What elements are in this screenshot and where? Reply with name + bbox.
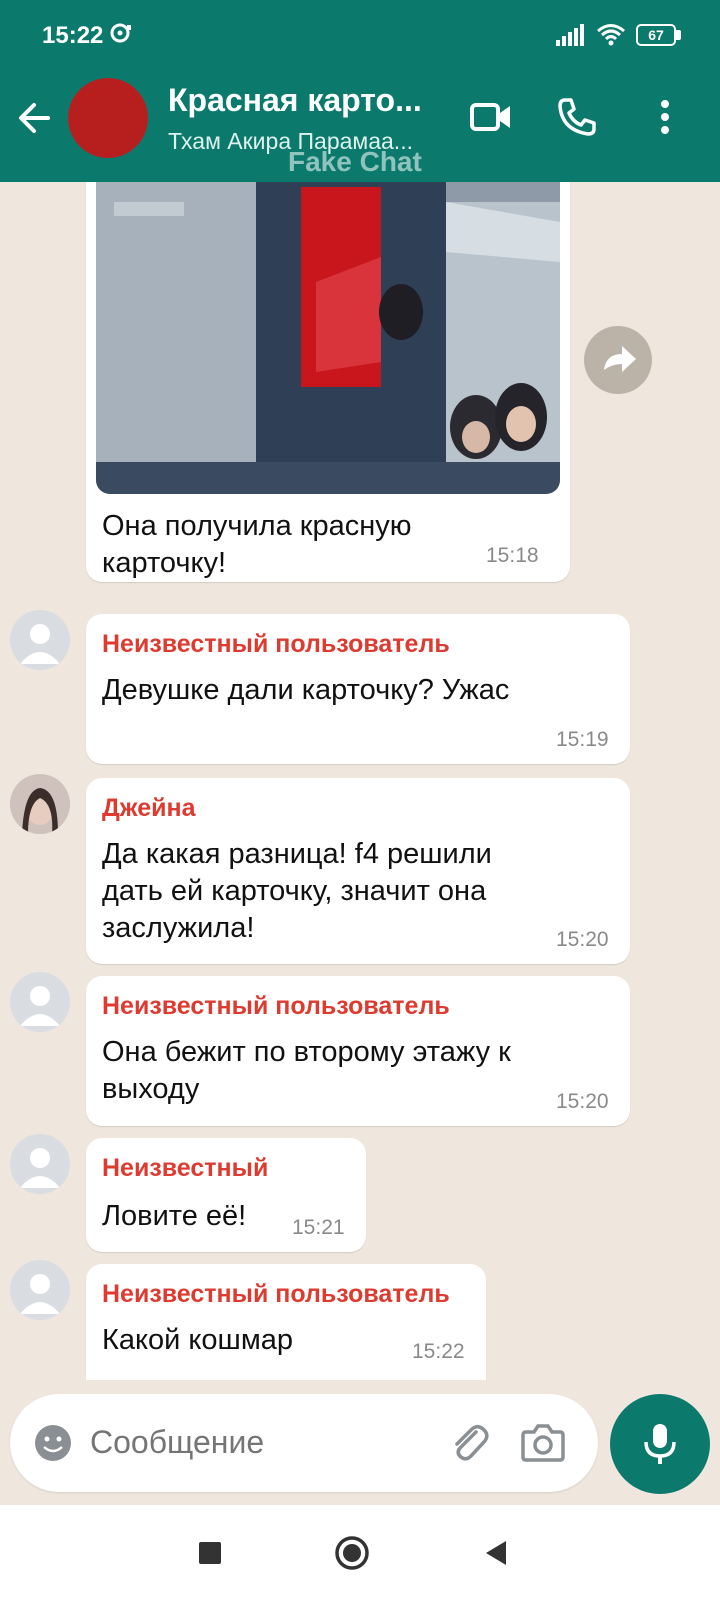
- message-time: 15:21: [292, 1216, 345, 1239]
- message-time: 15:18: [486, 544, 539, 567]
- system-nav-bar: [0, 1505, 720, 1600]
- mic-icon: [644, 1424, 676, 1464]
- status-time: 15:22: [42, 22, 104, 49]
- status-bar: 15:22 67: [0, 0, 720, 70]
- phone-icon[interactable]: [552, 92, 602, 142]
- message-text: Девушке дали карточку? Ужас: [102, 674, 510, 706]
- message-time: 15:20: [556, 928, 609, 951]
- message-bubble[interactable]: Джейна Да какая разница! f4 решили дать …: [86, 778, 630, 964]
- message-text: Какой кошмар: [102, 1324, 294, 1356]
- shared-photo[interactable]: [96, 182, 560, 494]
- sender-name[interactable]: Неизвестный: [102, 1154, 268, 1183]
- emoji-icon[interactable]: [32, 1422, 74, 1464]
- video-call-icon[interactable]: [466, 92, 516, 142]
- message-time: 15:22: [412, 1340, 465, 1363]
- signal-icon: [556, 24, 584, 46]
- group-avatar[interactable]: [68, 78, 148, 158]
- message-text: Да какая разница! f4 решили дать ей карт…: [102, 838, 492, 944]
- camera-icon[interactable]: [520, 1420, 566, 1464]
- paperclip-icon[interactable]: [446, 1420, 490, 1464]
- battery-level: 67: [636, 24, 676, 46]
- wifi-icon: [597, 24, 625, 46]
- message-time: 15:19: [556, 728, 609, 751]
- sender-name[interactable]: Неизвестный пользователь: [102, 992, 450, 1021]
- nav-square-icon[interactable]: [192, 1535, 228, 1571]
- message-bubble[interactable]: Неизвестный пользователь Она бежит по вт…: [86, 976, 630, 1126]
- nav-triangle-icon[interactable]: [478, 1535, 514, 1571]
- sender-name[interactable]: Неизвестный пользователь: [102, 630, 450, 659]
- message-bubble[interactable]: Неизвестный Ловите её! 15:21: [86, 1138, 366, 1252]
- mic-button[interactable]: [610, 1394, 710, 1494]
- chat-area: Она получила красную карточку! 15:18 Неи…: [0, 182, 720, 1380]
- message-bubble[interactable]: Неизвестный пользователь Какой кошмар 15…: [86, 1264, 486, 1380]
- notification-icon: [110, 23, 131, 43]
- avatar[interactable]: [10, 972, 70, 1032]
- battery-icon: 67: [636, 24, 682, 46]
- avatar[interactable]: [10, 1260, 70, 1320]
- chat-title[interactable]: Красная карто...: [168, 82, 438, 119]
- more-vert-icon[interactable]: [640, 92, 690, 142]
- nav-circle-icon[interactable]: [334, 1535, 370, 1571]
- sender-name[interactable]: Неизвестный пользователь: [102, 1280, 450, 1309]
- sender-name[interactable]: Джейна: [102, 794, 195, 823]
- watermark: Fake Chat: [288, 146, 422, 177]
- message-bubble[interactable]: Неизвестный пользователь Девушке дали ка…: [86, 614, 630, 764]
- message-time: 15:20: [556, 1090, 609, 1113]
- avatar[interactable]: [10, 774, 70, 834]
- message-text: Она получила красную карточку!: [102, 510, 412, 579]
- chat-app-bar: Красная карто... Тхам Акира Парамаа... F…: [0, 70, 720, 182]
- photo-content: [96, 182, 560, 494]
- message-bubble-image[interactable]: Она получила красную карточку! 15:18: [86, 182, 570, 582]
- forward-icon[interactable]: [584, 326, 652, 394]
- avatar[interactable]: [10, 610, 70, 670]
- message-text: Она бежит по второму этажу к выходу: [102, 1036, 511, 1105]
- message-composer[interactable]: [10, 1394, 598, 1492]
- message-input[interactable]: [90, 1424, 420, 1461]
- top-bar: 15:22 67 Красная карто... Тхам Акира Пар…: [0, 0, 720, 182]
- message-text: Ловите её!: [102, 1200, 247, 1232]
- avatar[interactable]: [10, 1134, 70, 1194]
- back-arrow-icon[interactable]: [14, 96, 58, 140]
